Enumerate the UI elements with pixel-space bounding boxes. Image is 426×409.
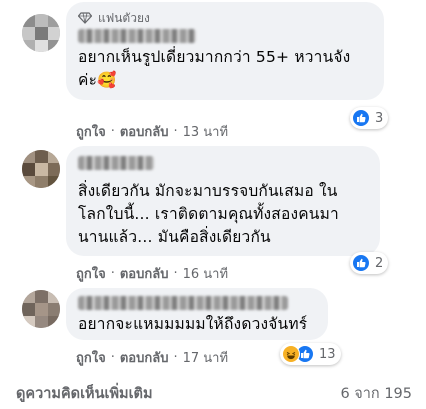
comment-text: อยากเห็นรูปเดี่ยวมากกว่า 55+ หวานจัง ค่ะ… xyxy=(78,48,351,89)
dot-separator: · xyxy=(173,124,178,139)
comment-bubble: สิ่งเดียวกัน มักจะมาบรรจบกันเสมอ ใน โลกใ… xyxy=(66,146,380,256)
dot-separator: · xyxy=(110,124,115,139)
like-link[interactable]: ถูกใจ xyxy=(76,121,106,142)
reaction-summary[interactable]: 13 xyxy=(280,343,341,365)
commenter-name[interactable] xyxy=(78,296,288,310)
dot-separator: · xyxy=(173,266,178,281)
reaction-count: 13 xyxy=(319,346,336,362)
comment-bubble: อยากจะแหมมมมมให้ถึงดวงจันทร์ xyxy=(66,288,328,340)
dot-separator: · xyxy=(173,350,178,365)
view-more-comments-link[interactable]: ดูความคิดเห็นเพิ่มเติม xyxy=(16,382,153,405)
avatar[interactable] xyxy=(22,150,60,188)
like-icon xyxy=(352,109,370,127)
avatar[interactable] xyxy=(22,14,60,52)
comment-text: อยากจะแหมมมมมให้ถึงดวงจันทร์ xyxy=(78,315,308,333)
comment-actions: ถูกใจ · ตอบกลับ · 13 นาที xyxy=(76,121,228,142)
dot-separator: · xyxy=(110,266,115,281)
reaction-count: 2 xyxy=(375,255,384,271)
like-link[interactable]: ถูกใจ xyxy=(76,263,106,284)
timestamp[interactable]: 17 นาที xyxy=(183,347,228,368)
reply-link[interactable]: ตอบกลับ xyxy=(120,121,169,142)
fan-badge-label: แฟนตัวยง xyxy=(98,10,150,25)
comment-pagination: 6 จาก 195 xyxy=(340,386,412,402)
reply-link[interactable]: ตอบกลับ xyxy=(120,263,169,284)
reaction-summary[interactable]: 3 xyxy=(350,107,389,129)
comments-footer: ดูความคิดเห็นเพิ่มเติม 6 จาก 195 xyxy=(16,382,412,405)
comment-bubble: แฟนตัวยง อยากเห็นรูปเดี่ยวมากกว่า 55+ หว… xyxy=(66,2,384,100)
comment-actions: ถูกใจ · ตอบกลับ · 16 นาที xyxy=(76,263,228,284)
commenter-name[interactable] xyxy=(78,29,196,43)
avatar[interactable] xyxy=(22,290,60,328)
diamond-icon xyxy=(77,12,93,24)
like-icon xyxy=(352,254,370,272)
reaction-count: 3 xyxy=(375,110,384,126)
haha-icon xyxy=(282,345,300,363)
timestamp[interactable]: 13 นาที xyxy=(183,121,228,142)
commenter-name[interactable] xyxy=(78,156,154,170)
reaction-summary[interactable]: 2 xyxy=(350,252,389,274)
fan-badge: แฟนตัวยง xyxy=(77,10,372,26)
reply-link[interactable]: ตอบกลับ xyxy=(120,347,169,368)
comment-text: สิ่งเดียวกัน มักจะมาบรรจบกันเสมอ ใน โลกใ… xyxy=(78,182,339,246)
timestamp[interactable]: 16 นาที xyxy=(183,263,228,284)
like-link[interactable]: ถูกใจ xyxy=(76,347,106,368)
comment-actions: ถูกใจ · ตอบกลับ · 17 นาที xyxy=(76,347,228,368)
dot-separator: · xyxy=(110,350,115,365)
